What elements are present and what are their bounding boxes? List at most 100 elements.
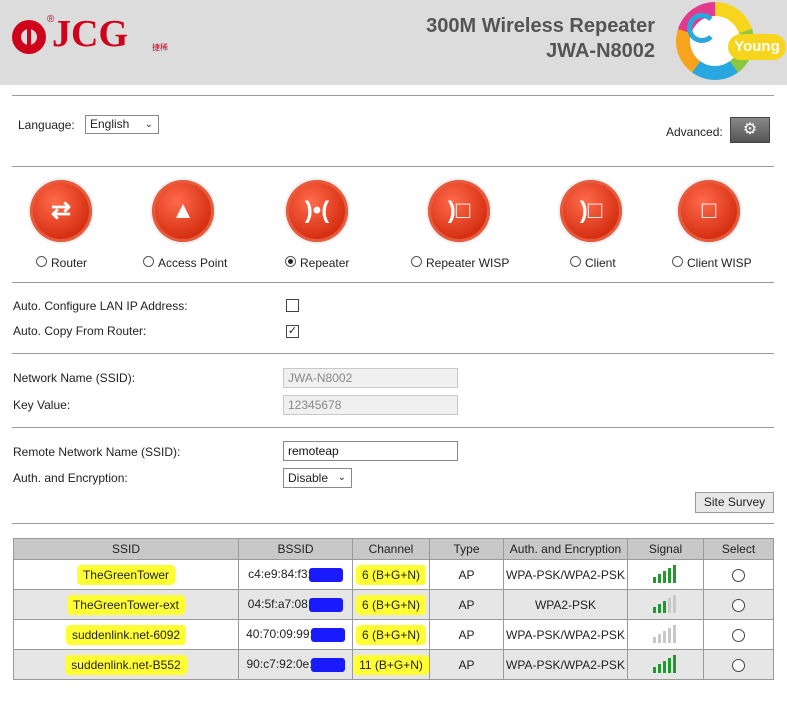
- client-radio[interactable]: [570, 256, 581, 267]
- repeater-radio[interactable]: [285, 256, 296, 267]
- redaction-mark: [309, 597, 344, 612]
- signal-bar: [663, 570, 666, 583]
- brand-logo-text: JCG: [52, 13, 128, 55]
- signal-bar: [658, 663, 661, 673]
- router-label: Router: [51, 256, 88, 270]
- auto-copy-checkbox[interactable]: ✓: [286, 325, 299, 338]
- advanced-label: Advanced:: [666, 125, 723, 139]
- signal-bar: [663, 660, 666, 673]
- product-model: JWA-N8002: [546, 40, 655, 62]
- repeater-wisp-mode-icon[interactable]: )□: [428, 180, 490, 242]
- signal-bar: [668, 627, 671, 643]
- signal-bar: [658, 633, 661, 643]
- signal-bar: [658, 603, 661, 613]
- auth-cell: WPA-PSK/WPA2-PSK: [503, 649, 628, 680]
- auto-lan-label: Auto. Configure LAN IP Address:: [13, 299, 188, 313]
- auth-cell: WPA-PSK/WPA2-PSK: [503, 619, 628, 650]
- auto-lan-checkbox[interactable]: [286, 299, 299, 312]
- type-cell: AP: [429, 559, 504, 590]
- language-value: English: [90, 117, 130, 131]
- signal-bar: [673, 564, 676, 583]
- language-select[interactable]: English ⌄: [85, 115, 159, 134]
- signal-bar: [668, 657, 671, 673]
- channel-cell: 6 (B+G+N): [355, 624, 427, 645]
- remote-ssid-input[interactable]: remoteap: [283, 441, 458, 461]
- divider: [12, 282, 774, 283]
- brand-chinese-text: 捷稀: [152, 43, 168, 52]
- signal-bar: [663, 630, 666, 643]
- select-radio[interactable]: [732, 598, 745, 612]
- ssid-cell: suddenlink.net-6092: [65, 624, 187, 645]
- table-header-row: SSID BSSID Channel Type Auth. and Encryp…: [13, 538, 774, 560]
- repeater-mode-icon[interactable]: )•(: [286, 180, 348, 242]
- repeater-wisp-radio[interactable]: [411, 256, 422, 267]
- column-header-signal: Signal: [627, 538, 704, 560]
- remote-ssid-label: Remote Network Name (SSID):: [13, 445, 181, 459]
- table-row[interactable]: suddenlink.net-6092 40:70:09:99: 6 (B+G+…: [13, 619, 774, 650]
- key-input[interactable]: 12345678: [283, 395, 458, 415]
- bssid-cell: c4:e9:84:f3:: [248, 567, 311, 582]
- site-survey-button[interactable]: Site Survey: [695, 492, 774, 513]
- signal-bar: [653, 636, 656, 643]
- signal-strength-icon: [653, 564, 678, 585]
- ssid-input[interactable]: JWA-N8002: [283, 368, 458, 388]
- client-mode-icon[interactable]: )□: [560, 180, 622, 242]
- table-row[interactable]: TheGreenTower-ext 04:5f:a7:08: 6 (B+G+N)…: [13, 589, 774, 620]
- signal-bar: [653, 666, 656, 673]
- divider: [12, 166, 774, 167]
- channel-cell: 6 (B+G+N): [355, 594, 427, 615]
- column-header-bssid: BSSID: [238, 538, 353, 560]
- bssid-cell: 04:5f:a7:08:: [247, 597, 312, 612]
- select-radio[interactable]: [732, 568, 745, 582]
- client-wisp-mode-icon[interactable]: □: [678, 180, 740, 242]
- column-header-ssid: SSID: [13, 538, 239, 560]
- divider: [12, 95, 774, 96]
- router-radio[interactable]: [36, 256, 47, 267]
- column-header-channel: Channel: [352, 538, 430, 560]
- ssid-cell: TheGreenTower-ext: [66, 594, 186, 615]
- client-wisp-radio[interactable]: [672, 256, 683, 267]
- ssid-label: Network Name (SSID):: [13, 371, 136, 385]
- router-mode-icon[interactable]: ⇄: [30, 180, 92, 242]
- redaction-mark: [310, 657, 345, 672]
- signal-bar: [653, 606, 656, 613]
- auto-copy-label: Auto. Copy From Router:: [13, 324, 147, 338]
- ssid-cell: TheGreenTower: [76, 564, 176, 585]
- client-wisp-label: Client WISP: [687, 256, 752, 270]
- repeater-wisp-label: Repeater WISP: [426, 256, 510, 270]
- advanced-settings-button[interactable]: ⚙: [730, 117, 770, 143]
- channel-cell: 11 (B+G+N): [353, 654, 429, 675]
- language-label: Language:: [18, 118, 75, 132]
- auth-value: Disable: [288, 471, 329, 485]
- table-row[interactable]: suddenlink.net-B552 90:c7:92:0e: 11 (B+G…: [13, 649, 774, 680]
- site-survey-table: SSID BSSID Channel Type Auth. and Encryp…: [13, 538, 774, 680]
- select-radio[interactable]: [732, 658, 745, 672]
- signal-bar: [663, 600, 666, 613]
- repeater-label: Repeater: [300, 256, 350, 270]
- young-badge: Young: [728, 34, 786, 60]
- auth-select[interactable]: Disable ⌄: [283, 468, 352, 488]
- product-title: 300M Wireless Repeater: [426, 15, 655, 37]
- redaction-mark: [308, 567, 343, 582]
- redaction-mark: [310, 627, 345, 642]
- access-point-label: Access Point: [158, 256, 228, 270]
- channel-cell: 6 (B+G+N): [355, 564, 427, 585]
- signal-bar: [673, 654, 676, 673]
- chevron-down-icon: ⌄: [337, 472, 346, 483]
- type-cell: AP: [429, 649, 504, 680]
- column-header-type: Type: [429, 538, 504, 560]
- signal-strength-icon: [653, 624, 678, 645]
- access-point-mode-icon[interactable]: ▲: [152, 180, 214, 242]
- checkmark-icon: ✓: [287, 325, 298, 337]
- select-radio[interactable]: [732, 628, 745, 642]
- signal-strength-icon: [653, 654, 678, 675]
- signal-bar: [673, 594, 676, 613]
- bssid-cell: 90:c7:92:0e:: [246, 657, 313, 672]
- gear-icon: ⚙: [742, 121, 758, 138]
- auth-cell: WPA2-PSK: [503, 589, 628, 620]
- signal-bar: [668, 597, 671, 613]
- type-cell: AP: [429, 589, 504, 620]
- client-label: Client: [585, 256, 616, 270]
- access-point-radio[interactable]: [143, 256, 154, 267]
- table-row[interactable]: TheGreenTower c4:e9:84:f3: 6 (B+G+N) AP …: [13, 559, 774, 590]
